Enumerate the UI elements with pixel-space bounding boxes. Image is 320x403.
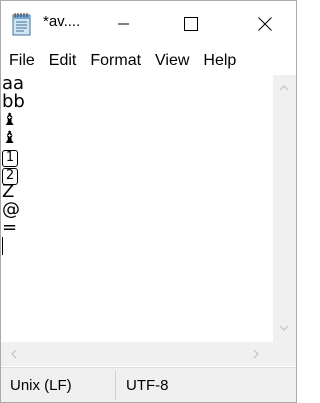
status-bar: Unix (LF) UTF-8 bbox=[1, 367, 296, 402]
menu-file[interactable]: File bbox=[1, 48, 42, 74]
notepad-app-icon bbox=[11, 12, 33, 36]
status-divider bbox=[115, 371, 116, 400]
scrollbar-corner bbox=[273, 342, 296, 366]
maximize-button[interactable] bbox=[167, 1, 215, 46]
horizontal-scrollbar[interactable] bbox=[1, 342, 273, 366]
text-line: Z bbox=[2, 181, 15, 202]
window-title: *av.... bbox=[43, 13, 81, 30]
text-line: ♝ bbox=[1, 129, 273, 147]
text-editor[interactable]: aa bb ♝ ♝ 1 2 Z @ = bbox=[1, 75, 273, 342]
close-icon bbox=[258, 16, 272, 31]
notepad-window: *av.... File Edit Format View Help aa bb… bbox=[0, 0, 297, 403]
text-line: bb bbox=[2, 91, 25, 112]
vertical-scrollbar[interactable] bbox=[273, 75, 296, 342]
line-ending-status: Unix (LF) bbox=[10, 377, 72, 394]
scroll-down-icon[interactable] bbox=[279, 325, 289, 331]
scroll-left-icon[interactable] bbox=[11, 349, 17, 359]
menu-help[interactable]: Help bbox=[196, 48, 243, 74]
encoding-status: UTF-8 bbox=[126, 377, 169, 394]
menu-edit[interactable]: Edit bbox=[42, 48, 84, 74]
text-line: = bbox=[2, 217, 18, 238]
close-button[interactable] bbox=[241, 1, 289, 46]
menu-bar: File Edit Format View Help bbox=[1, 48, 296, 74]
text-caret bbox=[2, 237, 3, 255]
menu-view[interactable]: View bbox=[148, 48, 196, 74]
menu-format[interactable]: Format bbox=[83, 48, 148, 74]
chess-bishop-glyph: ♝ bbox=[2, 110, 18, 130]
text-line: 1 bbox=[1, 147, 273, 167]
chess-bishop-glyph: ♝ bbox=[2, 128, 18, 148]
text-line: aa bbox=[2, 75, 25, 94]
text-line: ♝ bbox=[1, 111, 273, 129]
scroll-up-icon[interactable] bbox=[279, 85, 289, 91]
text-line bbox=[1, 237, 273, 255]
text-line: @ bbox=[2, 199, 20, 220]
minimize-button[interactable] bbox=[100, 1, 148, 46]
maximize-icon bbox=[184, 16, 198, 31]
scroll-right-icon[interactable] bbox=[253, 349, 259, 359]
minimize-icon bbox=[118, 23, 129, 24]
text-line: 2 bbox=[1, 165, 273, 185]
title-bar[interactable]: *av.... bbox=[1, 1, 296, 46]
